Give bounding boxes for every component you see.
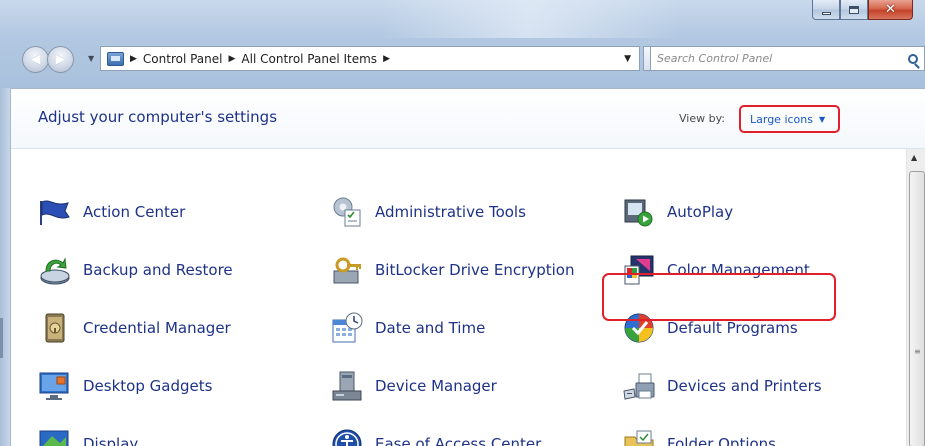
back-arrow-icon: ◀ xyxy=(30,52,41,67)
maximize-button[interactable] xyxy=(840,0,868,20)
scroll-grip-icon: ≡ xyxy=(914,347,921,356)
address-dropdown-icon[interactable]: ▼ xyxy=(624,54,631,64)
admin-tools-icon xyxy=(330,195,364,229)
ease-of-access-icon xyxy=(330,427,364,446)
item-backup-and-restore[interactable]: Backup and Restore xyxy=(38,251,233,289)
vertical-scrollbar[interactable]: ▲ ≡ xyxy=(906,149,925,446)
item-label: Administrative Tools xyxy=(375,203,526,221)
item-label: Credential Manager xyxy=(83,319,231,337)
forward-button[interactable]: ▶ xyxy=(47,46,74,73)
page-title: Adjust your computer's settings xyxy=(38,108,278,126)
item-label: Backup and Restore xyxy=(83,261,233,279)
minimize-icon xyxy=(821,11,831,15)
search-box[interactable] xyxy=(650,46,925,71)
gadgets-icon xyxy=(38,369,72,403)
folder-options-icon xyxy=(622,427,656,446)
display-icon xyxy=(38,427,72,446)
search-input[interactable] xyxy=(657,52,897,65)
maximize-icon xyxy=(849,5,859,14)
recent-pages-dropdown-icon[interactable]: ▼ xyxy=(88,54,94,63)
view-by-value: Large icons xyxy=(750,112,813,126)
back-button[interactable]: ◀ xyxy=(22,46,49,73)
scroll-up-arrow-icon[interactable]: ▲ xyxy=(911,153,917,162)
chevron-down-icon: ▼ xyxy=(818,114,826,124)
item-label: Folder Options xyxy=(667,435,776,446)
item-label: AutoPlay xyxy=(667,203,734,221)
caption-buttons: ✕ xyxy=(812,0,913,20)
forward-arrow-icon: ▶ xyxy=(55,52,66,67)
window-border-strip xyxy=(0,318,3,358)
search-icon[interactable] xyxy=(908,53,918,64)
header-band: Adjust your computer's settings View by:… xyxy=(11,89,925,149)
item-label: Device Manager xyxy=(375,377,497,395)
view-by-label: View by: xyxy=(679,112,725,125)
item-action-center[interactable]: Action Center xyxy=(38,193,185,231)
devices-printers-highlight xyxy=(602,273,836,321)
item-label: Ease of Access Center xyxy=(375,435,542,446)
close-button[interactable]: ✕ xyxy=(868,0,913,20)
item-label: BitLocker Drive Encryption xyxy=(375,261,575,279)
device-manager-icon xyxy=(330,369,364,403)
bitlocker-icon xyxy=(330,253,364,287)
item-label: Date and Time xyxy=(375,319,486,337)
item-desktop-gadgets[interactable]: Desktop Gadgets xyxy=(38,367,212,405)
backup-icon xyxy=(38,253,72,287)
breadcrumb-separator-icon[interactable]: ▶ xyxy=(383,54,390,64)
content-pane: Adjust your computer's settings View by:… xyxy=(10,88,925,446)
item-label: Action Center xyxy=(83,203,186,221)
scroll-thumb[interactable]: ≡ xyxy=(909,171,925,446)
item-device-manager[interactable]: Device Manager xyxy=(330,367,497,405)
window-left-border xyxy=(0,88,10,446)
calendar-clock-icon xyxy=(330,311,364,345)
breadcrumb-control-panel[interactable]: Control Panel xyxy=(143,52,223,66)
item-display[interactable]: Display xyxy=(38,425,138,446)
item-label: Default Programs xyxy=(667,319,798,337)
item-devices-and-printers[interactable]: Devices and Printers xyxy=(622,367,822,405)
breadcrumb-separator-icon[interactable]: ▶ xyxy=(130,54,137,64)
printer-icon xyxy=(622,369,656,403)
item-label: Devices and Printers xyxy=(667,377,822,395)
item-folder-options[interactable]: Folder Options xyxy=(622,425,776,446)
autoplay-icon xyxy=(622,195,656,229)
minimize-button[interactable] xyxy=(812,0,840,20)
breadcrumb-separator-icon[interactable]: ▶ xyxy=(229,54,236,64)
item-administrative-tools[interactable]: Administrative Tools xyxy=(330,193,526,231)
item-autoplay[interactable]: AutoPlay xyxy=(622,193,733,231)
breadcrumb-all-items[interactable]: All Control Panel Items xyxy=(241,52,377,66)
item-ease-of-access[interactable]: Ease of Access Center xyxy=(330,425,541,446)
view-by-dropdown[interactable]: Large icons ▼ xyxy=(739,105,840,133)
address-bar[interactable]: ▶ Control Panel ▶ All Control Panel Item… xyxy=(100,46,640,71)
flag-icon xyxy=(38,195,72,229)
item-label: Display xyxy=(83,435,139,446)
item-bitlocker[interactable]: BitLocker Drive Encryption xyxy=(330,251,574,289)
window-title-bar[interactable] xyxy=(0,0,925,88)
control-panel-icon[interactable] xyxy=(107,51,124,66)
close-icon: ✕ xyxy=(885,2,896,17)
item-credential-manager[interactable]: Credential Manager xyxy=(38,309,231,347)
item-label: Desktop Gadgets xyxy=(83,377,213,395)
item-date-and-time[interactable]: Date and Time xyxy=(330,309,485,347)
credential-icon xyxy=(38,311,72,345)
